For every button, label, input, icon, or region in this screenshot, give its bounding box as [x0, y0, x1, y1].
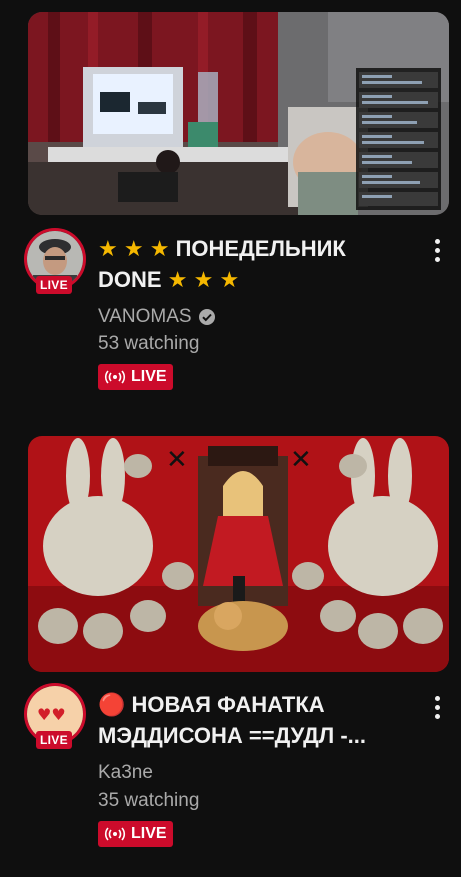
live-badge-label: LIVE: [131, 368, 167, 385]
svg-text:✕: ✕: [290, 445, 312, 475]
channel-avatar[interactable]: LIVE: [24, 228, 86, 294]
svg-text:✕: ✕: [166, 445, 188, 475]
avatar-live-label: LIVE: [36, 731, 72, 749]
svg-text:♥♥: ♥♥: [37, 705, 66, 724]
channel-name-row[interactable]: VANOMAS: [98, 305, 216, 329]
live-broadcast-icon: [104, 827, 126, 841]
more-options-button[interactable]: [427, 235, 447, 265]
video-thumbnail[interactable]: [28, 12, 449, 215]
kebab-dot-icon: [434, 256, 440, 262]
video-title[interactable]: 🔴 НОВАЯ ФАНАТКА МЭДДИСОНА ==ДУДЛ -...: [98, 689, 388, 751]
avatar-live-label: LIVE: [36, 276, 72, 294]
live-badge: LIVE: [98, 821, 173, 847]
kebab-dot-icon: [434, 238, 440, 244]
video-card[interactable]: ✕ ✕ ♥♥ LIVE 🔴 НОВАЯ ФАНАТКА МЭДДИСОНА ==…: [0, 430, 461, 877]
channel-avatar[interactable]: ♥♥ LIVE: [24, 683, 86, 749]
kebab-dot-icon: [434, 704, 440, 710]
viewer-count: 53 watching: [98, 333, 200, 354]
video-thumbnail[interactable]: ✕ ✕: [28, 436, 449, 672]
live-badge: LIVE: [98, 364, 173, 390]
kebab-dot-icon: [434, 695, 440, 701]
kebab-dot-icon: [434, 713, 440, 719]
channel-name: VANOMAS: [98, 306, 192, 327]
verified-check-icon: [198, 309, 215, 325]
viewer-count: 35 watching: [98, 790, 200, 811]
channel-name: Ka3ne: [98, 762, 153, 783]
live-broadcast-icon: [104, 370, 126, 384]
video-title[interactable]: ★ ★ ★ ПОНЕДЕЛЬНИК DONE ★ ★ ★: [98, 233, 388, 295]
more-options-button[interactable]: [427, 692, 447, 722]
live-badge-label: LIVE: [131, 825, 167, 842]
kebab-dot-icon: [434, 247, 440, 253]
channel-name-row[interactable]: Ka3ne: [98, 761, 153, 785]
rabbits-throne-artwork: ✕ ✕: [28, 436, 449, 672]
stream-room-image: [28, 12, 449, 215]
video-card[interactable]: LIVE ★ ★ ★ ПОНЕДЕЛЬНИК DONE ★ ★ ★ VANOMA…: [0, 0, 461, 400]
